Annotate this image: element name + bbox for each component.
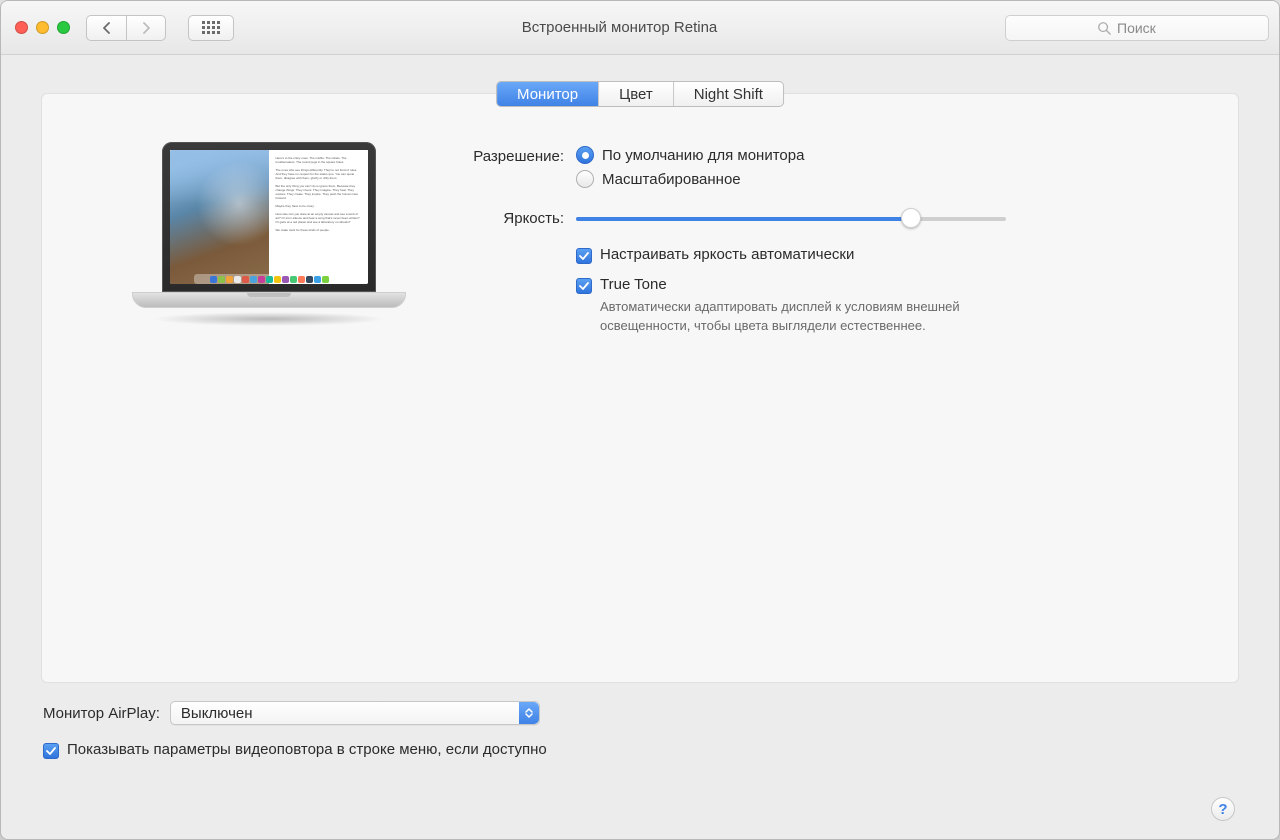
form: Разрешение: По умолчанию для монитора Ма… bbox=[446, 146, 1198, 346]
chevron-right-icon bbox=[141, 22, 151, 34]
search-input[interactable] bbox=[1117, 20, 1177, 36]
radio-label: По умолчанию для монитора bbox=[602, 147, 804, 164]
slider-thumb[interactable] bbox=[901, 208, 921, 228]
airplay-label: Монитор AirPlay: bbox=[43, 705, 160, 722]
body: Монитор Цвет Night Shift Here's to the c… bbox=[1, 55, 1279, 773]
checkbox-icon bbox=[576, 248, 592, 264]
fullscreen-icon[interactable] bbox=[57, 21, 70, 34]
grid-icon bbox=[202, 21, 220, 34]
brightness-label: Яркость: bbox=[446, 206, 576, 227]
help-button[interactable]: ? bbox=[1211, 797, 1235, 821]
help-icon: ? bbox=[1218, 801, 1227, 818]
radio-scaled[interactable]: Масштабированное bbox=[576, 170, 1198, 188]
show-all-button[interactable] bbox=[188, 15, 234, 41]
checkbox-mirroring-menu[interactable]: Показывать параметры видеоповтора в стро… bbox=[43, 741, 1237, 759]
tab-label: Цвет bbox=[619, 86, 653, 103]
close-icon[interactable] bbox=[15, 21, 28, 34]
true-tone-row: True Tone Автоматически адаптировать дис… bbox=[446, 276, 1198, 336]
display-illustration: Here's to the crazy ones. The misfits. T… bbox=[132, 142, 406, 332]
settings-panel: Монитор Цвет Night Shift Here's to the c… bbox=[41, 93, 1239, 683]
checkbox-auto-brightness[interactable]: Настраивать яркость автоматически bbox=[576, 246, 1198, 264]
titlebar: Встроенный монитор Retina bbox=[1, 1, 1279, 55]
forward-button[interactable] bbox=[126, 15, 166, 41]
checkbox-icon bbox=[43, 743, 59, 759]
tab-nightshift[interactable]: Night Shift bbox=[674, 82, 783, 106]
checkbox-true-tone[interactable]: True Tone bbox=[576, 276, 1198, 294]
search-field[interactable] bbox=[1005, 15, 1269, 41]
content: Here's to the crazy ones. The misfits. T… bbox=[42, 146, 1238, 346]
search-icon bbox=[1097, 21, 1111, 35]
resolution-row: Разрешение: По умолчанию для монитора Ма… bbox=[446, 146, 1198, 188]
tab-monitor[interactable]: Монитор bbox=[497, 82, 599, 106]
checkbox-label: Показывать параметры видеоповтора в стро… bbox=[67, 741, 547, 758]
back-button[interactable] bbox=[86, 15, 126, 41]
radio-default[interactable]: По умолчанию для монитора bbox=[576, 146, 1198, 164]
radio-icon bbox=[576, 146, 594, 164]
tab-bar: Монитор Цвет Night Shift bbox=[496, 81, 784, 107]
true-tone-description: Автоматически адаптировать дисплей к усл… bbox=[600, 298, 1030, 336]
tab-color[interactable]: Цвет bbox=[599, 82, 674, 106]
radio-label: Масштабированное bbox=[602, 171, 741, 188]
minimize-icon[interactable] bbox=[36, 21, 49, 34]
airplay-value: Выключен bbox=[181, 705, 253, 722]
auto-brightness-row: Настраивать яркость автоматически bbox=[446, 246, 1198, 264]
brightness-slider[interactable] bbox=[576, 208, 1006, 228]
checkbox-label: Настраивать яркость автоматически bbox=[600, 246, 854, 263]
tab-label: Монитор bbox=[517, 86, 578, 103]
window-title: Встроенный монитор Retina bbox=[244, 19, 995, 36]
preferences-window: Встроенный монитор Retina Монитор Цвет N… bbox=[0, 0, 1280, 840]
window-controls bbox=[15, 21, 70, 34]
bottom-area: Монитор AirPlay: Выключен Показывать пар… bbox=[41, 683, 1239, 759]
airplay-select[interactable]: Выключен bbox=[170, 701, 540, 725]
airplay-row: Монитор AirPlay: Выключен bbox=[43, 701, 1237, 725]
tab-label: Night Shift bbox=[694, 86, 763, 103]
brightness-row: Яркость: bbox=[446, 206, 1198, 228]
chevron-left-icon bbox=[102, 22, 112, 34]
checkbox-icon bbox=[576, 278, 592, 294]
radio-icon bbox=[576, 170, 594, 188]
resolution-label: Разрешение: bbox=[446, 146, 576, 165]
slider-fill bbox=[576, 217, 911, 221]
checkbox-label: True Tone bbox=[600, 276, 667, 293]
nav-buttons bbox=[86, 15, 166, 41]
select-stepper-icon bbox=[519, 702, 539, 724]
